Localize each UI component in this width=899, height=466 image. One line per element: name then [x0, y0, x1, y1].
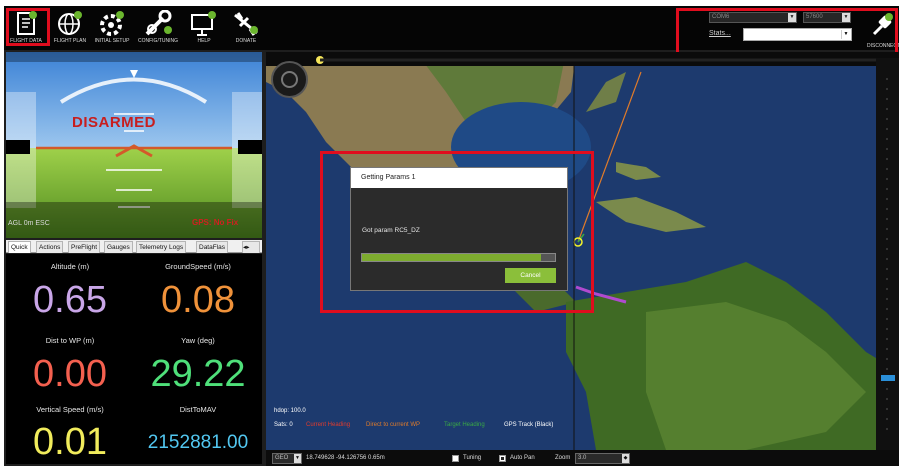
help-button[interactable]: HELP — [184, 8, 224, 48]
altitude-label: Altitude (m) — [50, 262, 90, 271]
donate-label: DONATE — [235, 38, 257, 44]
vertical-speed-label: Vertical Speed (m/s) — [36, 405, 104, 414]
dist-to-wp-label: Dist to WP (m) — [45, 336, 95, 345]
gps-status: GPS: No Fix — [192, 218, 239, 227]
initial-setup-button[interactable]: INITIAL SETUP — [92, 8, 132, 48]
zoom-label: Zoom — [555, 455, 571, 461]
wrench-icon — [145, 10, 172, 36]
hud-artificial-horizon: DISARMED AGL 0m ESC GPS: No Fix — [6, 52, 262, 238]
altitude-value: 0.65 — [33, 279, 107, 321]
zoom-spinner[interactable]: 3.0 ◆ — [575, 453, 630, 464]
map-type-select[interactable]: GEO ▼ — [272, 453, 302, 464]
hud-status-line: AGL 0m ESC — [8, 220, 50, 227]
mission-planner-window: FLIGHT DATA FLIGHT PLAN INITIAL SETUP CO… — [4, 6, 899, 466]
help-label: HELP — [197, 38, 211, 44]
groundspeed-value: 0.08 — [161, 279, 235, 321]
tab-dataflash[interactable]: DataFlas — [196, 241, 229, 253]
highlight-dialog — [320, 151, 594, 313]
zoom-slider-track — [881, 78, 895, 438]
flight-plan-label: FLIGHT PLAN — [53, 38, 87, 44]
initial-setup-label: INITIAL SETUP — [94, 38, 130, 44]
compass-ring — [281, 71, 298, 88]
tab-quick[interactable]: Quick — [8, 241, 31, 253]
coordinates-text: 18.749628 -94.126756 0.65m — [306, 455, 385, 461]
donate-button[interactable]: DONATE — [226, 8, 266, 48]
autopan-checkbox[interactable] — [499, 455, 506, 462]
armed-status: DISARMED — [72, 114, 157, 131]
tuning-checkbox[interactable] — [452, 455, 459, 462]
tab-scroll-arrows[interactable]: ◂▸ — [242, 241, 260, 253]
quick-panel: Altitude (m) 0.65 GroundSpeed (m/s) 0.08… — [6, 254, 262, 464]
gear-icon — [100, 11, 124, 36]
legend-direct-to-wp: Direct to current WP — [366, 422, 421, 428]
yaw-value: 29.22 — [150, 353, 246, 395]
airplane-icon — [234, 12, 258, 36]
yaw-label: Yaw (deg) — [181, 336, 215, 345]
tuning-label: Tuning — [463, 455, 482, 461]
config-tuning-button[interactable]: CONFIG/TUNING — [138, 8, 178, 48]
chevron-down-icon: ▼ — [294, 454, 301, 463]
dist-to-mav-value: 2152881.00 — [147, 432, 249, 453]
tab-gauges[interactable]: Gauges — [104, 241, 133, 253]
map-type-value: GEO — [275, 455, 289, 461]
map-bottom-bar: GEO ▼ 18.749628 -94.126756 0.65m Tuning … — [266, 450, 899, 466]
legend-current-heading: Current Heading — [306, 422, 351, 428]
monitor-icon — [191, 11, 216, 36]
groundspeed-label: GroundSpeed (m/s) — [165, 262, 231, 271]
legend-gps-track: GPS Track (Black) — [504, 422, 554, 428]
tab-actions[interactable]: Actions — [36, 241, 64, 253]
dist-to-wp-value: 0.00 — [33, 353, 107, 395]
tab-strip: Quick Actions PreFlight Gauges Telemetry… — [6, 240, 262, 253]
map-compass[interactable] — [271, 61, 308, 98]
sats-text: Sats: 0 — [274, 422, 293, 428]
dist-to-mav-label: DistToMAV — [179, 405, 217, 414]
autopan-label: Auto Pan — [510, 455, 535, 461]
zoom-slider[interactable] — [876, 58, 899, 450]
tab-telemetry-logs[interactable]: Telemetry Logs — [136, 241, 187, 253]
horizon-graphic — [6, 52, 262, 238]
config-tuning-label: CONFIG/TUNING — [138, 38, 178, 44]
hdop-text: hdop: 100.0 — [274, 408, 306, 414]
globe-icon — [58, 11, 82, 35]
legend-target-heading: Target Heading — [444, 422, 485, 428]
spinner-arrows-icon: ◆ — [622, 454, 629, 463]
vertical-speed-value: 0.01 — [33, 421, 107, 463]
zoom-value: 3.0 — [578, 455, 587, 461]
tab-preflight[interactable]: PreFlight — [68, 241, 101, 253]
highlight-flight-data — [6, 8, 50, 46]
flight-plan-button[interactable]: FLIGHT PLAN — [50, 8, 90, 48]
